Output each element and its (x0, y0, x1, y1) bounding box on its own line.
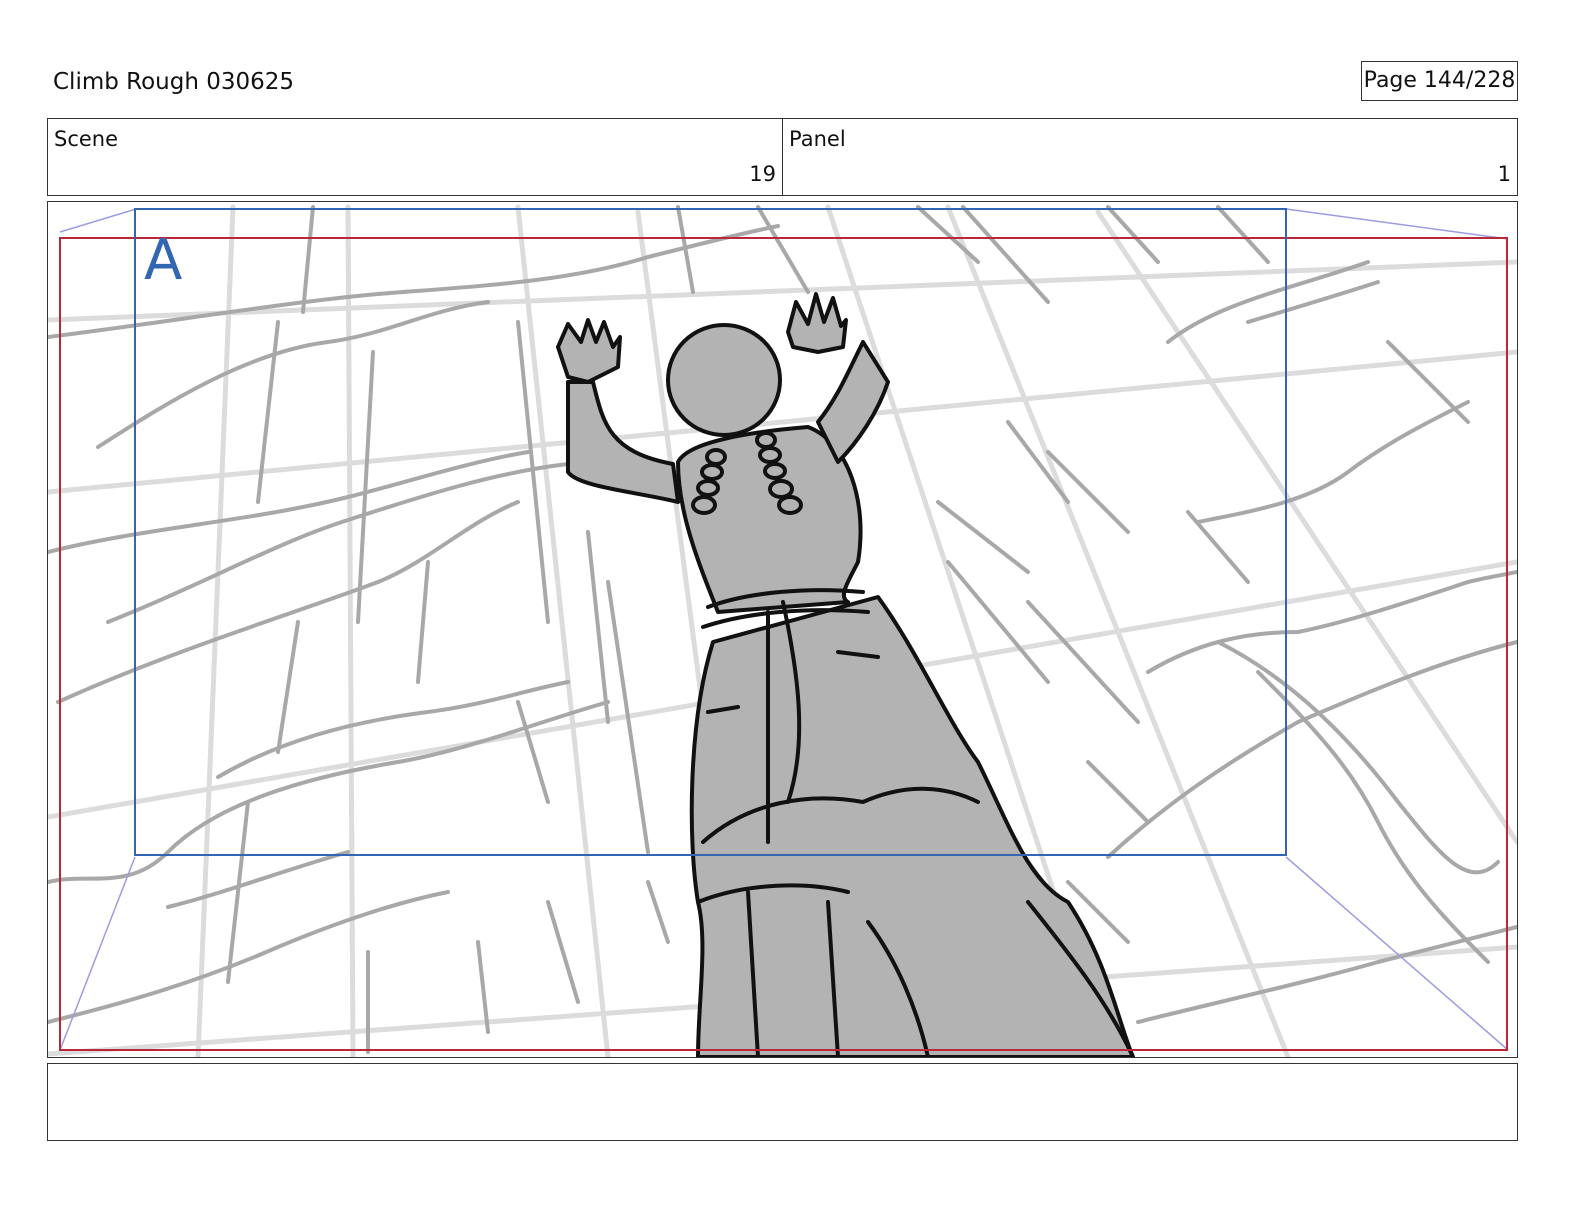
document-title: Climb Rough 030625 (53, 69, 295, 95)
climber-figure-sketch (556, 292, 1135, 1057)
panel-number: 1 (1497, 162, 1511, 186)
panel-label: Panel (789, 127, 846, 151)
scene-label: Scene (54, 127, 119, 151)
scene-panel-info: Scene 19 Panel 1 (47, 118, 1518, 196)
panel-artwork: A (48, 204, 1517, 1057)
page-indicator: Page 144/228 (1361, 61, 1518, 101)
scene-number: 19 (749, 162, 776, 186)
storyboard-panel: A (47, 201, 1518, 1058)
scene-cell: Scene 19 (48, 119, 782, 195)
panel-cell: Panel 1 (782, 119, 1517, 195)
camera-mark: A (144, 228, 182, 293)
notes-box[interactable] (47, 1063, 1518, 1141)
